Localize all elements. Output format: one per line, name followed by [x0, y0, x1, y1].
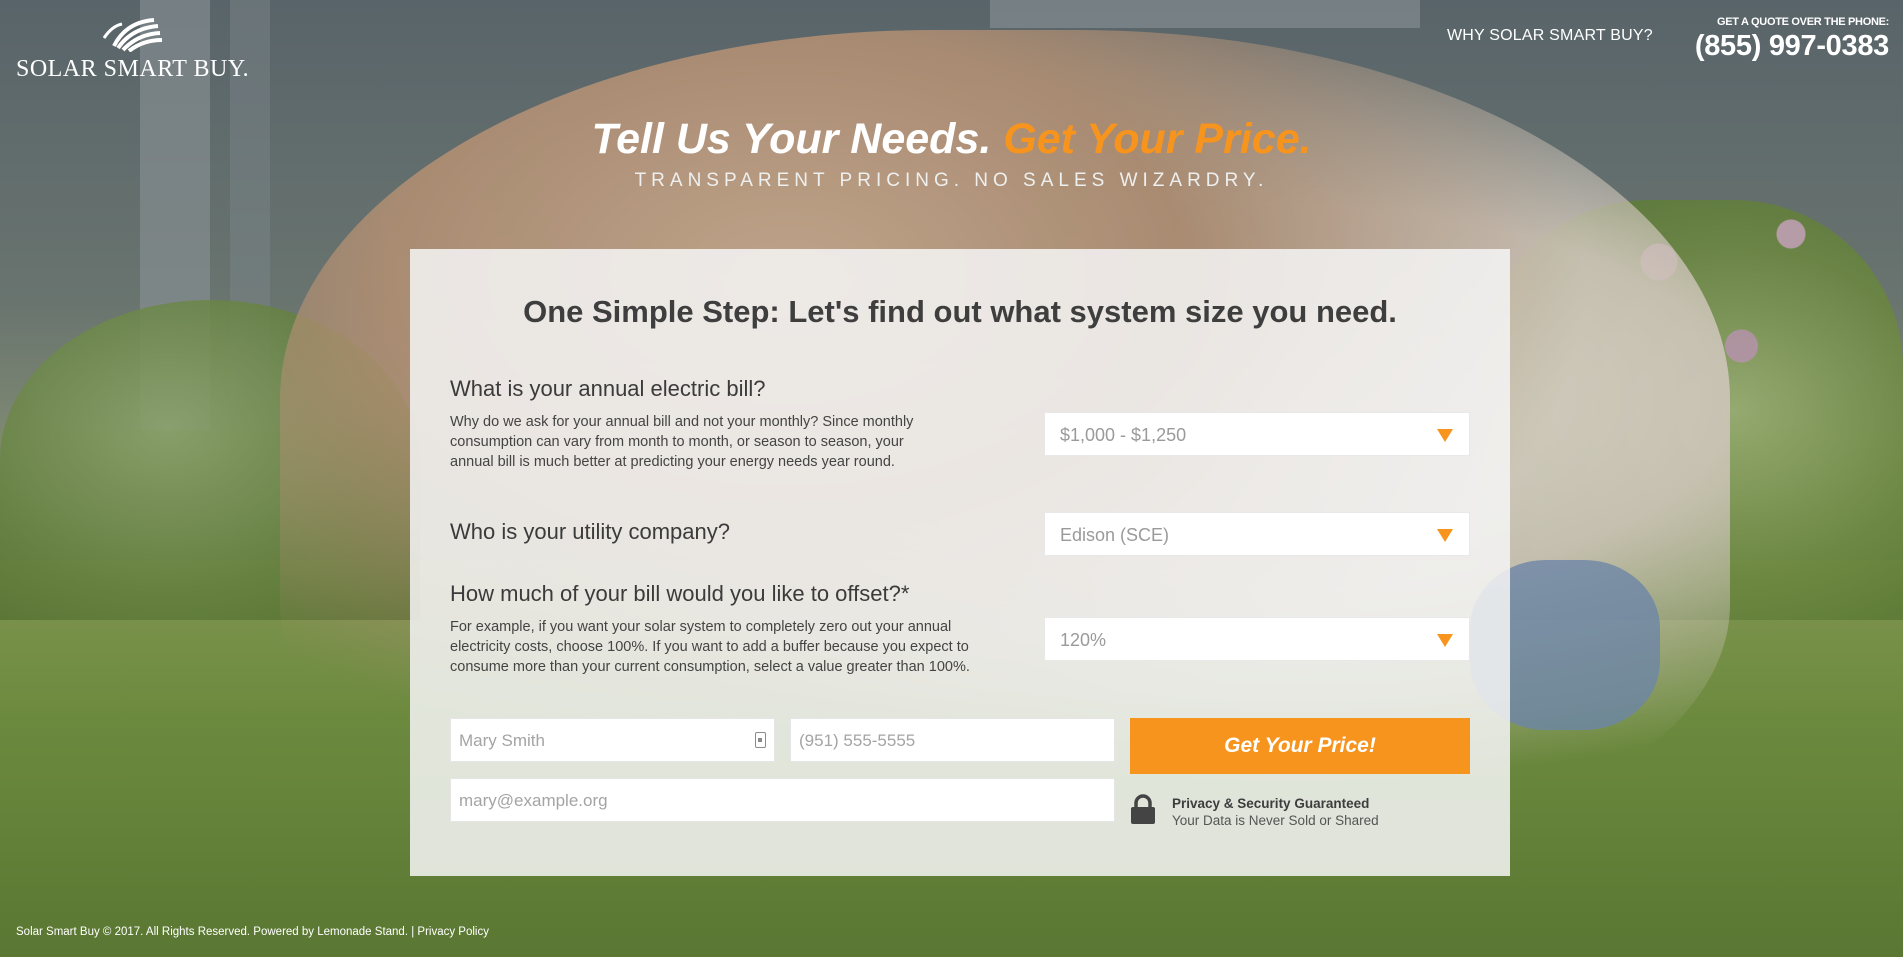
phone-placeholder: (951) 555-5555 — [799, 731, 916, 750]
brand-name: SOLAR SMART BUY. — [16, 56, 250, 82]
question-offset: How much of your bill would you like to … — [450, 581, 970, 677]
utility-company-select[interactable]: Edison (SCE) — [1044, 512, 1470, 556]
logo-mark-icon — [102, 18, 163, 52]
question-heading: What is your annual electric bill? — [450, 376, 766, 401]
contact-card-icon[interactable] — [755, 732, 766, 748]
name-placeholder: Mary Smith — [459, 731, 545, 750]
select-value: Edison (SCE) — [1060, 525, 1170, 545]
privacy-policy-link[interactable]: Privacy Policy — [417, 926, 489, 938]
offset-select[interactable]: 120% — [1044, 617, 1470, 661]
dropdown-arrow-icon — [1437, 634, 1453, 647]
annual-bill-select[interactable]: $1,000 - $1,250 — [1044, 412, 1470, 456]
lock-icon — [1131, 794, 1155, 824]
question-heading: How much of your bill would you like to … — [450, 581, 910, 606]
footer-copyright: Solar Smart Buy © 2017. All Rights Reser… — [16, 926, 415, 938]
get-your-price-button[interactable]: Get Your Price! — [1130, 718, 1470, 774]
why-solar-smart-buy-link[interactable]: WHY SOLAR SMART BUY? — [1447, 27, 1653, 45]
dropdown-arrow-icon — [1437, 529, 1453, 542]
question-utility-company: Who is your utility company? — [450, 519, 950, 545]
email-input[interactable]: mary@example.org — [450, 778, 1115, 822]
phone-number[interactable]: (855) 997-0383 — [1695, 30, 1889, 63]
select-value: 120% — [1060, 630, 1107, 650]
logo[interactable]: SOLAR SMART BUY. — [16, 16, 250, 86]
phone-input[interactable]: (951) 555-5555 — [790, 718, 1115, 762]
hero-title: Tell Us Your Needs. Get Your Price. — [0, 115, 1903, 164]
footer: Solar Smart Buy © 2017. All Rights Reser… — [16, 926, 489, 938]
form-title: One Simple Step: Let's find out what sys… — [523, 294, 1397, 329]
phone-quote: GET A QUOTE OVER THE PHONE: (855) 997-03… — [1695, 16, 1889, 63]
privacy-text: Your Data is Never Sold or Shared — [1172, 813, 1379, 828]
question-heading: Who is your utility company? — [450, 519, 730, 544]
question-description: Why do we ask for your annual bill and n… — [450, 414, 914, 470]
quote-label: GET A QUOTE OVER THE PHONE: — [1717, 16, 1889, 28]
hero-title-accent: Get Your Price. — [1003, 115, 1312, 163]
name-input[interactable]: Mary Smith — [450, 718, 775, 762]
hero-title-main: Tell Us Your Needs. — [591, 115, 992, 163]
question-annual-bill: What is your annual electric bill? Why d… — [450, 376, 950, 472]
question-description: For example, if you want your solar syst… — [450, 619, 970, 675]
privacy-notice: Privacy & Security Guaranteed Your Data … — [1130, 794, 1470, 834]
email-placeholder: mary@example.org — [459, 791, 608, 810]
select-value: $1,000 - $1,250 — [1060, 425, 1187, 445]
privacy-title: Privacy & Security Guaranteed — [1172, 796, 1370, 811]
hero-subtitle: TRANSPARENT PRICING. NO SALES WIZARDRY. — [634, 170, 1269, 191]
quote-form-card: One Simple Step: Let's find out what sys… — [410, 249, 1510, 876]
dropdown-arrow-icon — [1437, 429, 1453, 442]
